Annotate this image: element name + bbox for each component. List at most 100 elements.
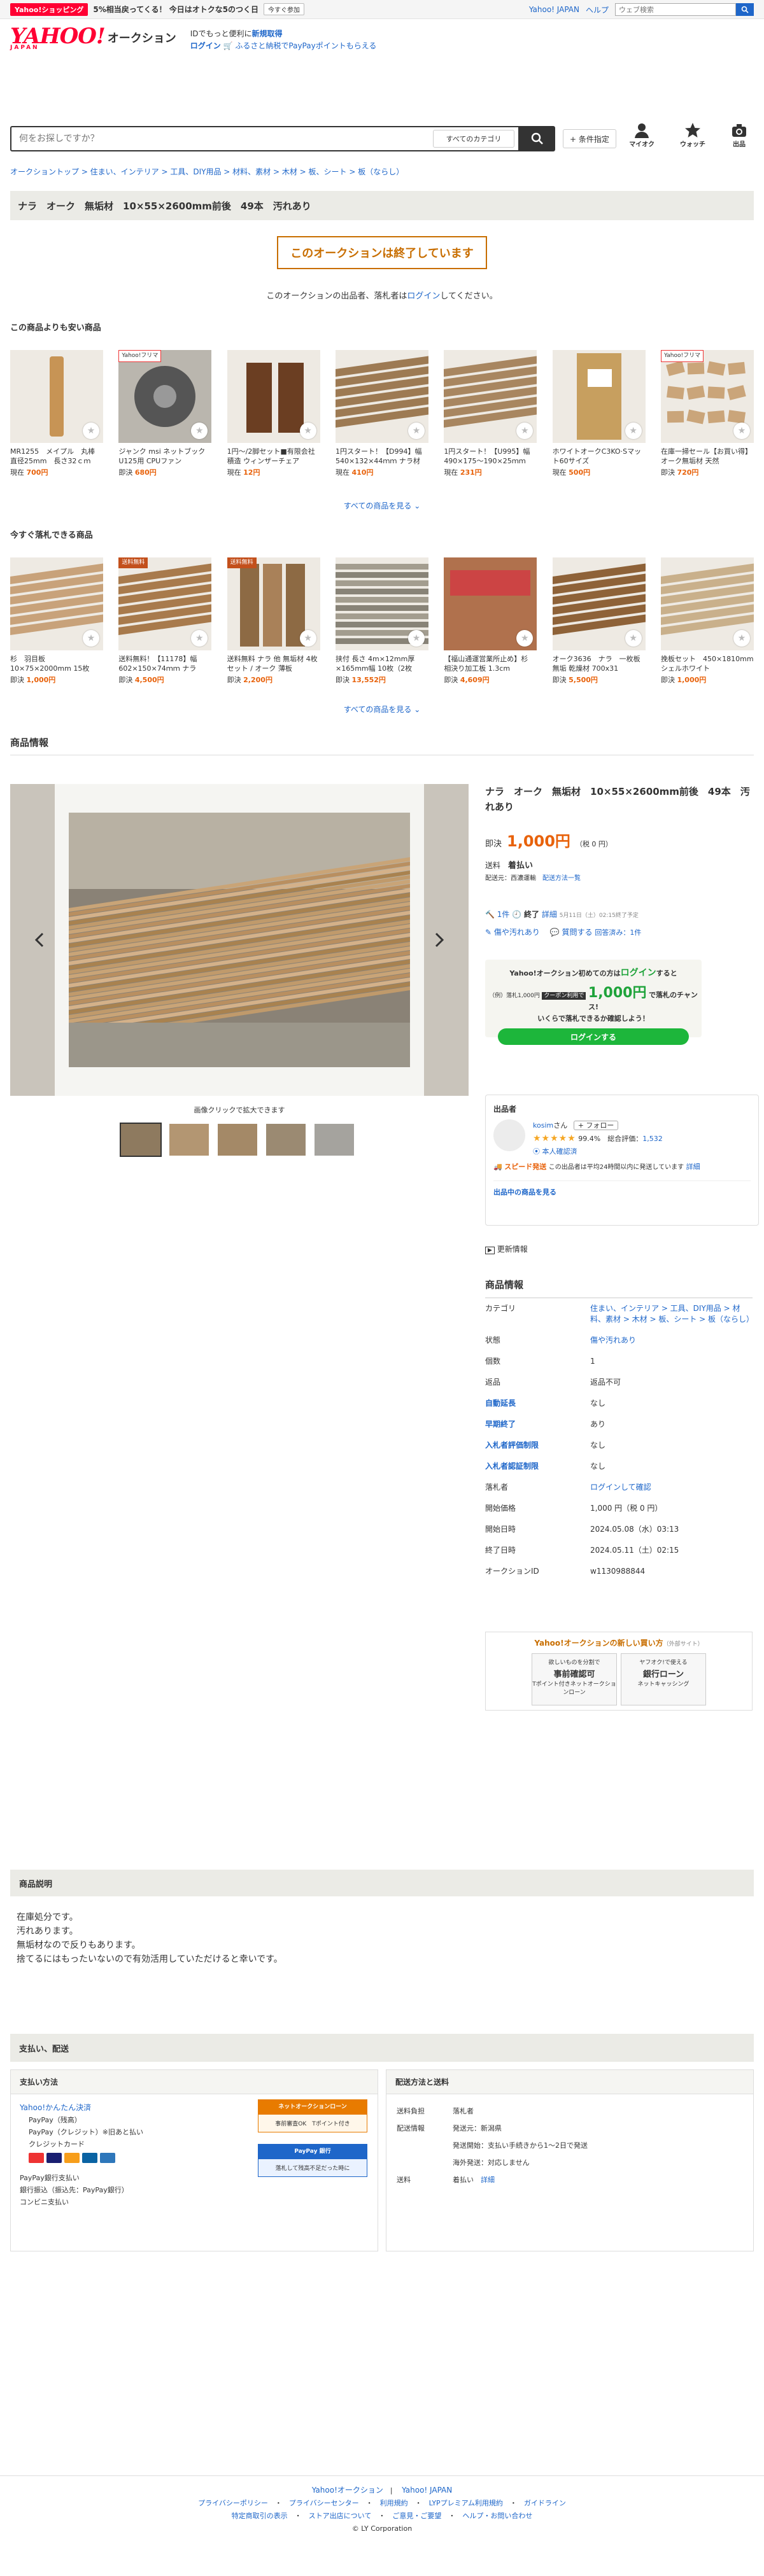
seller-name[interactable]: kosim [533, 1121, 553, 1130]
question-link[interactable]: 質問する [562, 928, 593, 937]
footer-link[interactable]: ストア出店について [309, 2512, 372, 2520]
footer-link[interactable]: 特定商取引の表示 [232, 2512, 288, 2520]
watch-star-icon[interactable]: ★ [299, 423, 316, 439]
product-card[interactable]: ★ ホワイトオークC3KO·Sマット60サイズ 現在 500円 [552, 350, 646, 477]
answers-link[interactable]: 回答済み：1件 [595, 928, 641, 937]
product-thumb[interactable]: ★ [10, 350, 103, 443]
product-thumb[interactable]: 送料無料 ★ [227, 557, 320, 650]
product-thumb[interactable]: ★ [660, 557, 754, 650]
watch-star-icon[interactable]: ★ [407, 423, 425, 439]
shopping-badge[interactable]: Yahoo!ショッピング [10, 3, 88, 16]
info-value[interactable]: 傷や汚れあり [590, 1330, 753, 1351]
footer-link[interactable]: 利用規約 [380, 2499, 408, 2507]
product-thumb[interactable]: ★ [552, 557, 646, 650]
main-search-input[interactable] [11, 128, 433, 150]
info-value[interactable]: ログインして確認 [590, 1477, 753, 1498]
product-thumb[interactable]: ★ [444, 557, 537, 650]
footer-link[interactable]: ヘルプ・お問い合わせ [462, 2512, 532, 2520]
promo-join-button[interactable]: 今すぐ参加 [264, 3, 305, 15]
footer-link[interactable]: ガイドライン [524, 2499, 566, 2507]
thumbnail[interactable] [120, 1123, 162, 1157]
total-rating[interactable]: 1,532 [642, 1135, 663, 1143]
product-card[interactable]: ★ MR1255 メイプル 丸棒 直径25mm 長さ32ｃｍ 現在 700円 [10, 350, 103, 477]
product-title[interactable]: 杉 羽目板 10×75×2000mm 15枚 [10, 654, 103, 673]
ship-detail-link[interactable]: 詳細 [481, 2176, 495, 2184]
promo-text[interactable]: 5%相当戻ってくる！ 今日はオトクな5のつく日 [93, 4, 258, 15]
info-key[interactable]: 自動延長 [485, 1393, 590, 1414]
easy-pay-link[interactable]: Yahoo!かんたん決済 [20, 2103, 91, 2112]
seller-listings-link[interactable]: 出品中の商品を見る [493, 1188, 556, 1196]
search-button[interactable] [520, 126, 555, 151]
watch-star-icon[interactable]: ★ [83, 423, 99, 439]
watch-star-icon[interactable]: ★ [625, 423, 642, 439]
product-thumb[interactable]: ★ [227, 350, 320, 443]
product-thumb[interactable]: ★ [335, 557, 428, 650]
watch-star-icon[interactable]: ★ [625, 630, 642, 647]
product-title[interactable]: 送料無料 ナラ 他 無垢材 4枚セット / オーク 薄板 [227, 654, 320, 673]
product-title[interactable]: 1円スタート！【U995】幅 490×175〜190×25ｍｍ [444, 447, 537, 466]
product-card[interactable]: Yahoo!フリマ ★ ジャンク msi ネットブックU125用 CPUファン 即決 … [118, 350, 212, 477]
next-arrow[interactable] [428, 929, 449, 951]
footer-link[interactable]: プライバシーセンター [289, 2499, 359, 2507]
product-card[interactable]: ★ 挽板セット 450×1810mm シェルホワイト 即決 1,000円 [660, 557, 754, 685]
product-title[interactable]: 挽板セット 450×1810mm シェルホワイト [661, 654, 754, 673]
nav-sell[interactable]: 出品 [731, 122, 747, 148]
promo-login-button[interactable]: ログインする [498, 1028, 689, 1045]
product-thumb[interactable]: ★ [10, 557, 103, 650]
product-title[interactable]: 在庫一掃セール【お買い得】オーク無垢材 天然 [661, 447, 754, 466]
verified-link[interactable]: 本人確認済 [542, 1147, 577, 1156]
promo-login-link[interactable]: ログイン [621, 968, 656, 978]
info-value[interactable]: 住まい、インテリア > 工具、DIY用品 > 材料、素材 > 木材 > 板、シー… [590, 1298, 754, 1330]
ended-login-link[interactable]: ログイン [407, 291, 440, 301]
product-card[interactable]: ★ 1円〜/2脚セット■有限会社 積造 ウィンザーチェア 現在 12円 [227, 350, 320, 477]
product-card[interactable]: ★ 杉 羽目板 10×75×2000mm 15枚 即決 1,000円 [10, 557, 103, 685]
product-thumb[interactable]: 送料無料 ★ [118, 557, 212, 650]
new-id-link[interactable]: 新規取得 [252, 29, 283, 38]
product-card[interactable]: 送料無料 ★ 送料無料 ナラ 他 無垢材 4枚セット / オーク 薄板 即決 2,20… [227, 557, 320, 685]
main-product-image[interactable] [69, 813, 410, 1067]
web-search-input[interactable] [615, 3, 736, 16]
product-title[interactable]: MR1255 メイプル 丸棒 直径25mm 長さ32ｃｍ [10, 447, 103, 466]
footer-link[interactable]: LYPプレミアム利用規約 [429, 2499, 503, 2507]
cheaper-see-all[interactable]: すべての商品を見る ⌄ [0, 500, 764, 511]
product-title[interactable]: 挟付 長さ 4m×12mm厚×165mm幅 10枚（2枚 [336, 654, 428, 673]
product-title[interactable]: 1円スタート！【D994】幅 540×132×44ｍｍ ナラ材 [336, 447, 428, 466]
nav-watch[interactable]: ウォッチ [680, 122, 705, 148]
product-thumb[interactable]: ★ [552, 350, 646, 443]
product-title[interactable]: オーク3636 ナラ 一枚板無垢 乾燥材 700x31 [553, 654, 646, 673]
product-card[interactable]: ★ 1円スタート！【U995】幅 490×175〜190×25ｍｍ 現在 231円 [444, 350, 537, 477]
bid-detail-link[interactable]: 詳細 [542, 910, 557, 919]
product-card[interactable]: ★ 1円スタート！【D994】幅 540×132×44ｍｍ ナラ材 現在 410円 [335, 350, 428, 477]
product-thumb[interactable]: ★ [444, 350, 537, 443]
footer-yahoo-link[interactable]: Yahoo! JAPAN [402, 2486, 452, 2495]
product-title[interactable]: 【福山通運営業所止め】杉 相決り加工板 1.3cm [444, 654, 537, 673]
product-thumb[interactable]: Yahoo!フリマ ★ [118, 350, 212, 443]
info-key[interactable]: 早期終了 [485, 1414, 590, 1435]
loan-card-1[interactable]: 欲しいものを分割で 事前確認可 Tポイント付きネットオークションローン [532, 1653, 617, 1705]
help-link[interactable]: ヘルプ [586, 4, 609, 15]
loan-card-2[interactable]: ヤフオク!で使える 銀行ローン ネットキャッシング [621, 1653, 706, 1705]
condition-button[interactable]: + 条件指定 [563, 129, 616, 148]
info-key[interactable]: 入札者認証制限 [485, 1456, 590, 1477]
product-card[interactable]: Yahoo!フリマ ★ 在庫一掃セール【お買い得】オーク無垢材 天然 即決 720円 [660, 350, 754, 477]
breadcrumb[interactable]: オークショントップ > 住まい、インテリア > 工具、DIY用品 > 材料、素材… [10, 166, 404, 177]
product-card[interactable]: ★ 挟付 長さ 4m×12mm厚×165mm幅 10枚（2枚 即決 13,552円 [335, 557, 428, 685]
follow-button[interactable]: + フォロー [573, 1121, 619, 1130]
yahoo-japan-link[interactable]: Yahoo! JAPAN [529, 5, 579, 14]
product-card[interactable]: ★ 【福山通運営業所止め】杉 相決り加工板 1.3cm 即決 4,609円 [444, 557, 537, 685]
watch-star-icon[interactable]: ★ [733, 423, 750, 439]
product-title[interactable]: ジャンク msi ネットブックU125用 CPUファン [118, 447, 211, 466]
watch-star-icon[interactable]: ★ [83, 630, 99, 647]
watch-star-icon[interactable]: ★ [407, 630, 425, 647]
info-key[interactable]: 入札者評価制限 [485, 1435, 590, 1456]
footer-link[interactable]: ご意見・ご要望 [392, 2512, 441, 2520]
nav-myauction[interactable]: マイオク [629, 122, 654, 148]
watch-star-icon[interactable]: ★ [733, 630, 750, 647]
footer-auction-link[interactable]: Yahoo!オークション [312, 2486, 383, 2495]
buynow-see-all[interactable]: すべての商品を見る ⌄ [0, 704, 764, 715]
product-thumb[interactable]: Yahoo!フリマ ★ [660, 350, 754, 443]
thumbnail[interactable] [218, 1124, 257, 1156]
speed-detail-link[interactable]: 詳細 [686, 1163, 700, 1171]
paypay-bank-ad[interactable]: PayPay 銀行 落札して残高不足だった時に [258, 2144, 367, 2177]
login-link[interactable]: ログイン [190, 41, 221, 50]
